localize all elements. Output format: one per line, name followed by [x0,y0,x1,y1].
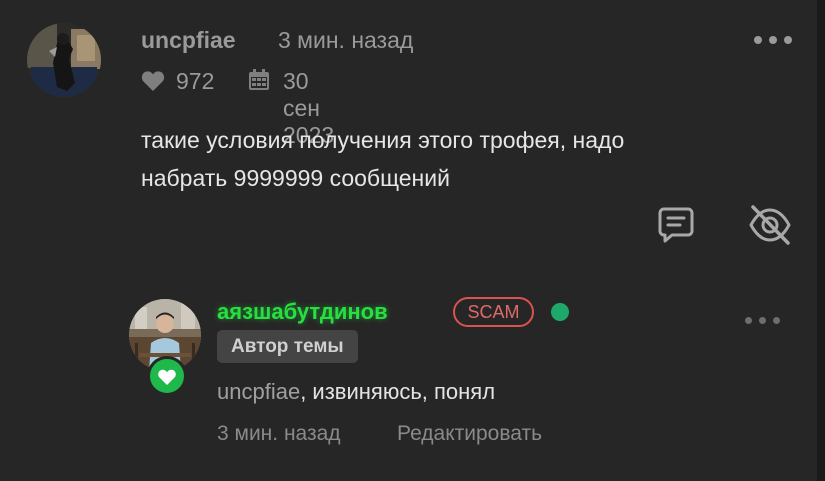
online-status-icon [551,303,569,321]
comment-text-line: набрать 9999999 сообщений [141,165,450,191]
heart-icon [141,71,165,91]
comment-timestamp: 3 мин. назад [278,27,414,53]
topic-author-badge: Автор темы [217,330,358,363]
reply-more-options-icon[interactable] [743,311,783,331]
scroll-edge [817,0,825,481]
heart-icon [158,369,176,385]
scam-badge: SCAM [453,297,534,327]
reply-text-body: , извиняюсь, понял [300,379,496,404]
eye-off-icon[interactable] [748,204,792,246]
reply-text: uncpfiae, извиняюсь, понял [217,379,495,405]
avatar-image [27,23,101,97]
like-badge [147,356,187,396]
comment-text: такие условия получения этого трофея, на… [141,121,741,197]
reply-icon[interactable] [656,205,696,245]
comment-author[interactable]: uncpfiae [141,27,236,54]
reply-author[interactable]: аязшабутдинов [217,299,388,325]
comment-text-line: такие условия получения этого трофея, на… [141,127,625,153]
avatar[interactable] [27,23,101,97]
reply-timestamp: 3 мин. назад [217,422,341,445]
likes-count: 972 [176,68,215,94]
calendar-icon [249,69,269,90]
user-mention[interactable]: uncpfiae [217,379,300,404]
edit-link[interactable]: Редактировать [397,422,542,446]
more-options-icon[interactable] [752,30,794,50]
